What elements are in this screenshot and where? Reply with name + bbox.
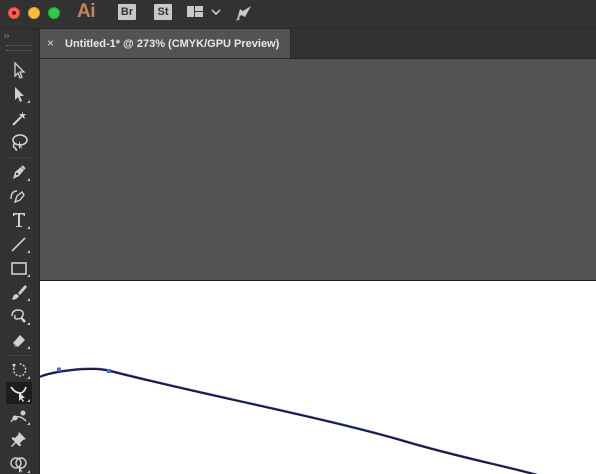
stock-button[interactable]: St (154, 4, 172, 20)
width-icon (10, 386, 27, 402)
tool-flyout-indicator (27, 346, 30, 349)
arrow-outline-icon (14, 61, 26, 79)
paintbrush-icon (11, 285, 27, 300)
eraser-icon (13, 335, 25, 347)
illustrator-window: Ai Br St ›› × Untitled-1* @ 273% (CMYK/G… (0, 0, 596, 474)
type-tool[interactable] (6, 209, 32, 231)
type-icon (13, 213, 25, 227)
lasso-icon (12, 134, 28, 151)
document-tab-title: Untitled-1* @ 273% (CMYK/GPU Preview) (65, 38, 280, 50)
bridge-button[interactable]: Br (118, 4, 136, 20)
collapse-toolbar-button[interactable]: ›› (4, 32, 9, 40)
maximize-window-button[interactable] (48, 7, 60, 19)
tool-flyout-indicator (27, 322, 30, 325)
tool-flyout-indicator (27, 470, 30, 473)
magic-wand-tool[interactable] (6, 107, 32, 129)
line-icon (11, 237, 26, 252)
shaper-icon (11, 309, 26, 323)
canvas-drawing[interactable] (40, 281, 596, 474)
curvature-pen-icon (10, 190, 25, 204)
tool-flyout-indicator (27, 422, 30, 425)
curvature-tool[interactable] (6, 185, 32, 207)
tool-flyout-indicator (27, 274, 30, 277)
document-tab-bar: × Untitled-1* @ 273% (CMYK/GPU Preview) (40, 29, 596, 59)
shaper-tool[interactable] (6, 305, 32, 327)
direct-selection-tool[interactable] (6, 83, 32, 105)
rotate-tool[interactable] (6, 359, 32, 381)
pasteboard[interactable] (40, 59, 596, 280)
document-tab[interactable]: × Untitled-1* @ 273% (CMYK/GPU Preview) (40, 29, 291, 58)
line-segment-tool[interactable] (6, 233, 32, 255)
title-bar: Ai Br St (0, 0, 596, 29)
arrow-filled-icon (15, 87, 24, 102)
tools-panel: ›› (0, 29, 40, 474)
app-logo: Ai (77, 1, 96, 22)
chevron-down-icon[interactable] (210, 3, 222, 26)
eraser-tool[interactable] (6, 329, 32, 351)
pin-tool[interactable] (6, 429, 32, 451)
tool-flyout-indicator (27, 100, 30, 103)
toolbar-drag-handle[interactable] (6, 45, 32, 51)
anchor-point[interactable] (107, 369, 111, 373)
workspace-layout-icon[interactable] (186, 3, 204, 26)
anchor-point[interactable] (57, 367, 61, 372)
tool-flyout-indicator (27, 226, 30, 229)
tool-flyout-indicator (27, 250, 30, 253)
tool-flyout-indicator (27, 298, 30, 301)
toolbar-separator (6, 355, 32, 356)
paintbrush-tool[interactable] (6, 281, 32, 303)
puppet-warp-tool[interactable] (6, 405, 32, 427)
shape-builder-tool[interactable] (6, 453, 32, 474)
toolbar-separator (6, 157, 32, 158)
pin-icon (11, 432, 26, 447)
magic-wand-icon (12, 111, 26, 126)
rocket-icon[interactable] (234, 3, 254, 28)
close-window-button[interactable] (8, 7, 20, 19)
width-tool[interactable] (6, 382, 32, 404)
rectangle-tool[interactable] (6, 257, 32, 279)
tool-flyout-indicator (27, 376, 30, 379)
pen-icon (13, 165, 26, 179)
tool-flyout-indicator (27, 399, 30, 402)
pen-tool[interactable] (6, 161, 32, 183)
minimize-window-button[interactable] (28, 7, 40, 19)
lasso-tool[interactable] (6, 131, 32, 153)
tool-flyout-indicator (27, 178, 30, 181)
puppet-warp-icon (10, 410, 27, 423)
close-document-button[interactable]: × (47, 35, 54, 51)
curved-path[interactable] (40, 368, 540, 474)
rotate-icon (12, 363, 27, 377)
rectangle-icon (11, 262, 27, 275)
selection-tool[interactable] (6, 59, 32, 81)
artboard[interactable] (40, 280, 596, 474)
shape-builder-icon (10, 457, 27, 473)
